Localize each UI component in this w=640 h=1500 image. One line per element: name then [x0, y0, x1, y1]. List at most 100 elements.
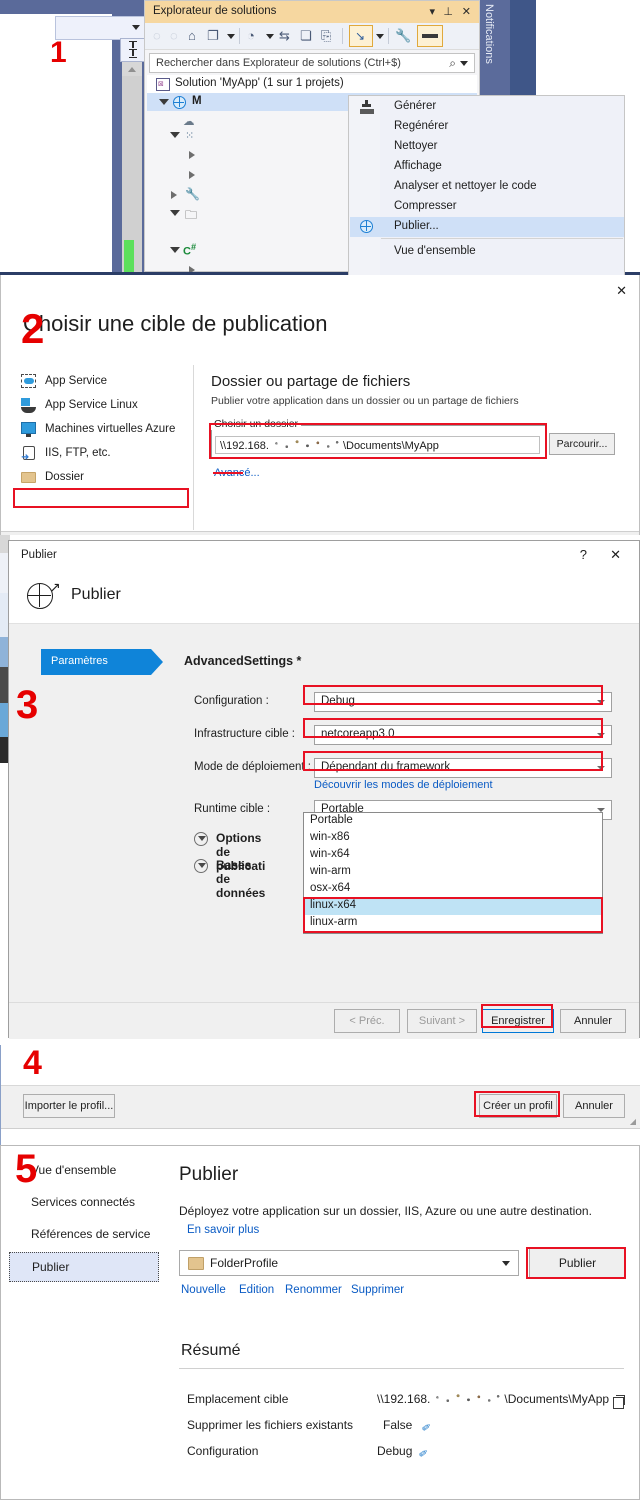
close-icon[interactable]: ✕: [610, 547, 621, 563]
profile-link-nouvelle[interactable]: Nouvelle: [181, 1284, 226, 1296]
expand-triangle-icon[interactable]: [170, 210, 180, 216]
chevron-down-icon[interactable]: [460, 61, 468, 66]
chevron-down-icon[interactable]: ▾: [429, 5, 435, 18]
save-button[interactable]: Enregistrer: [482, 1009, 554, 1033]
expand-triangle-icon[interactable]: [171, 191, 177, 199]
expand-triangle-icon[interactable]: [170, 132, 180, 138]
properties-wrench-icon[interactable]: 🔧: [395, 28, 411, 44]
create-profile-button[interactable]: Créer un profil: [479, 1094, 557, 1118]
search-input[interactable]: Rechercher dans Explorateur de solutions…: [149, 53, 475, 73]
deployment-mode-select[interactable]: Dépendant du framework: [314, 758, 612, 778]
close-icon[interactable]: ✕: [462, 5, 471, 18]
context-menu-item-nettoyer[interactable]: Nettoyer: [350, 137, 624, 157]
target-app-service[interactable]: App Service: [13, 370, 191, 394]
pin-icon[interactable]: ⊥: [443, 5, 453, 18]
target-runtime-dropdown[interactable]: Portable win-x86 win-x64 win-arm osx-x64…: [303, 812, 603, 934]
folder-node-icon: 🗀: [185, 208, 198, 222]
tab-notifications[interactable]: Notifications: [483, 4, 495, 64]
copy-icon[interactable]: [613, 1395, 625, 1409]
sync-icon[interactable]: ⇆: [279, 28, 290, 44]
target-app-service-linux[interactable]: App Service Linux: [13, 394, 191, 418]
back-arrow-icon[interactable]: ◌: [153, 28, 161, 44]
expand-triangle-icon[interactable]: [189, 171, 195, 179]
profile-select[interactable]: FolderProfile: [179, 1250, 519, 1276]
context-menu-item-generer[interactable]: Générer: [350, 97, 624, 117]
learn-more-link[interactable]: En savoir plus: [187, 1224, 259, 1236]
chevron-down-icon[interactable]: [266, 34, 274, 39]
tab-parametres[interactable]: Paramètres: [41, 649, 163, 675]
target-iis-ftp[interactable]: ➜ IIS, FTP, etc.: [13, 442, 191, 466]
chevron-down-icon: [132, 25, 140, 30]
properties-window-icon[interactable]: ❐: [207, 28, 219, 44]
summary-row-configuration: Configuration Debug ✏: [187, 1443, 627, 1463]
chevron-down-icon[interactable]: [376, 34, 384, 39]
advanced-link[interactable]: Avancé...: [214, 467, 260, 479]
collapse-all-icon[interactable]: ❏: [300, 28, 312, 44]
target-framework-select[interactable]: netcoreapp3.0: [314, 725, 612, 745]
dropdown-option-portable[interactable]: Portable: [304, 813, 602, 830]
next-button[interactable]: Suivant >: [407, 1009, 477, 1033]
close-icon[interactable]: ✕: [616, 283, 627, 299]
context-menu-item-analyser[interactable]: Analyser et nettoyer le code: [350, 177, 624, 197]
context-menu-item-compresser[interactable]: Compresser: [350, 197, 624, 217]
sidebar-item-publier[interactable]: Publier: [9, 1252, 159, 1282]
toggle-pane-button[interactable]: [417, 25, 443, 47]
chevron-down-icon[interactable]: [227, 34, 235, 39]
deployment-modes-link[interactable]: Découvrir les modes de déploiement: [314, 779, 493, 791]
app-service-linux-icon: [21, 398, 37, 413]
previous-button[interactable]: < Préc.: [334, 1009, 400, 1033]
dropdown-option-win-arm[interactable]: win-arm: [304, 864, 602, 881]
dialog-scrollbar[interactable]: [628, 624, 638, 1002]
editor-member-dropdown[interactable]: [55, 16, 147, 40]
build-icon: [360, 100, 374, 114]
browse-button[interactable]: Parcourir...: [549, 433, 615, 455]
home-icon[interactable]: ⌂: [188, 28, 196, 44]
solution-explorer-panel: 1 Explorateur de solutions ▾ ⊥ ✕ ◌ ◌ ⌂ ❐…: [0, 0, 640, 275]
pending-changes-icon[interactable]: ◔: [247, 28, 255, 44]
context-menu-item-affichage[interactable]: Affichage: [350, 157, 624, 177]
solution-node-row[interactable]: ⊠ Solution 'MyApp' (1 sur 1 projets): [147, 75, 477, 93]
dropdown-option-win-x64[interactable]: win-x64: [304, 847, 602, 864]
forward-arrow-icon[interactable]: ◌: [170, 28, 178, 44]
expand-triangle-icon[interactable]: [189, 151, 195, 159]
edit-pencil-icon[interactable]: ✏: [416, 1446, 431, 1461]
help-icon[interactable]: ?: [580, 547, 587, 562]
expand-triangle-icon[interactable]: [159, 99, 169, 105]
option-label: win-x86: [310, 831, 350, 843]
context-menu-item-vue-ensemble[interactable]: Vue d'ensemble: [350, 242, 624, 262]
chevron-down-icon: [597, 766, 605, 770]
show-all-files-icon[interactable]: ⎘: [321, 28, 331, 44]
dropdown-option-linux-x64[interactable]: linux-x64: [304, 898, 602, 915]
preview-selected-toggle[interactable]: ↘: [349, 25, 373, 47]
context-menu-item-regenerer[interactable]: Regénérer: [350, 117, 624, 137]
resize-grip-icon[interactable]: ◢: [630, 1117, 636, 1126]
profile-link-renommer[interactable]: Renommer: [285, 1284, 342, 1296]
folder-path-input[interactable]: \\192.168. \Documents\MyApp: [215, 436, 540, 454]
expand-triangle-icon[interactable]: [170, 247, 180, 253]
sidebar-item-services-connectes[interactable]: Services connectés: [9, 1188, 159, 1218]
configuration-select[interactable]: Debug: [314, 692, 612, 712]
dropdown-option-win-x86[interactable]: win-x86: [304, 830, 602, 847]
scrollbar-up-button[interactable]: [122, 62, 142, 76]
search-placeholder: Rechercher dans Explorateur de solutions…: [156, 57, 401, 69]
sidebar-item-label: Références de service: [31, 1227, 151, 1241]
cancel-button[interactable]: Annuler: [560, 1009, 626, 1033]
import-profile-label: Importer le profil...: [24, 1100, 114, 1112]
dropdown-option-osx-x64[interactable]: osx-x64: [304, 881, 602, 898]
sidebar-item-references-service[interactable]: Références de service: [9, 1220, 159, 1250]
field-deployment-mode: Mode de déploiement : Dépendant du frame…: [194, 758, 612, 778]
dropdown-option-linux-arm[interactable]: linux-arm: [304, 915, 602, 932]
publish-button-label: Publier: [558, 1256, 597, 1270]
profile-link-supprimer[interactable]: Supprimer: [351, 1284, 404, 1296]
import-profile-button[interactable]: Importer le profil...: [23, 1094, 115, 1118]
summary-divider: [179, 1368, 624, 1369]
cancel-button[interactable]: Annuler: [563, 1094, 625, 1118]
choose-folder-label: Choisir un dossier: [211, 418, 302, 430]
profile-link-edition[interactable]: Edition: [239, 1284, 274, 1296]
target-azure-vm[interactable]: Machines virtuelles Azure: [13, 418, 191, 442]
edit-pencil-icon[interactable]: ✏: [419, 1420, 434, 1435]
split-view-handle[interactable]: [120, 38, 146, 62]
context-menu-item-publier[interactable]: Publier...: [350, 217, 624, 237]
publish-button[interactable]: Publier: [529, 1247, 626, 1278]
target-dossier[interactable]: Dossier: [13, 466, 191, 490]
